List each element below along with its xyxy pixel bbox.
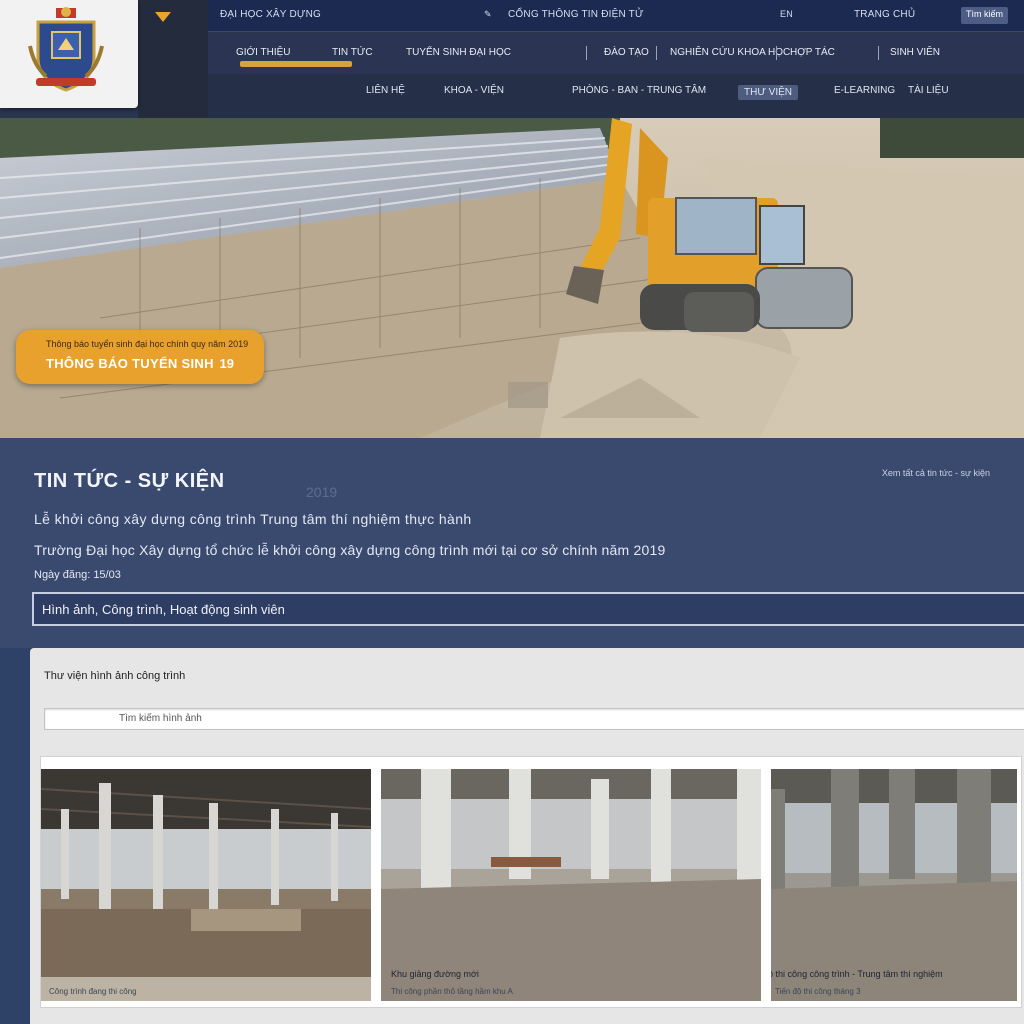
photo-gallery: Công trình đang thi công Khu giảng đường… — [40, 756, 1022, 1008]
active-nav-underline — [240, 61, 352, 67]
nav-item-students[interactable]: SINH VIÊN — [890, 47, 940, 58]
language-link[interactable]: EN — [780, 9, 793, 19]
gallery-photo-2[interactable]: Khu giảng đường mới Thi công phần thô tầ… — [381, 769, 761, 1001]
news-headline[interactable]: Lễ khởi công xây dựng công trình Trung t… — [34, 511, 472, 527]
nav-divider — [656, 46, 657, 60]
gallery-photo-3[interactable]: Hình ảnh tiến độ thi công công trình - T… — [771, 769, 1017, 1001]
nav-item-research[interactable]: NGHIÊN CỨU KHOA HỌC — [670, 47, 790, 58]
gallery-photo-1[interactable]: Công trình đang thi công — [41, 769, 371, 1001]
photo-2-title: Khu giảng đường mới — [391, 969, 479, 979]
badge-title: THÔNG BÁO TUYỂN SINH — [46, 356, 214, 371]
dropdown-triangle-icon[interactable] — [155, 12, 171, 22]
photo-3-title: Hình ảnh tiến độ thi công công trình - T… — [771, 969, 943, 979]
university-crest-logo — [28, 7, 104, 92]
site-header: ĐẠI HỌC XÂY DỰNG ✎ CỔNG THÔNG TIN ĐIỆN T… — [0, 0, 1024, 118]
admission-notice-badge[interactable]: Thông báo tuyển sinh đại học chính quy n… — [16, 330, 264, 384]
badge-subtitle: Thông báo tuyển sinh đại học chính quy n… — [46, 339, 249, 349]
nav2-item-faculties[interactable]: KHOA - VIỆN — [444, 85, 504, 96]
nav-item-admissions[interactable]: TUYỂN SINH ĐẠI HỌC — [406, 47, 511, 58]
photo-2-caption: Thi công phần thô tầng hầm khu A — [391, 987, 513, 996]
section-title: TIN TỨC - SỰ KIỆN — [34, 470, 225, 492]
nav-item-training[interactable]: ĐÀO TẠO — [604, 47, 649, 58]
nav-divider — [776, 46, 777, 60]
nav2-item-library[interactable]: THƯ VIỆN — [738, 85, 798, 100]
news-section: TIN TỨC - SỰ KIỆN 2019 Xem tất cả tin tứ… — [0, 438, 1024, 648]
search-button[interactable]: Tìm kiếm — [961, 7, 1008, 24]
nav-item-cooperation[interactable]: HỢP TÁC — [790, 47, 835, 58]
gallery-search-input[interactable]: Tìm kiếm hình ảnh — [44, 708, 1024, 730]
top-bar: ĐẠI HỌC XÂY DỰNG ✎ CỔNG THÔNG TIN ĐIỆN T… — [208, 0, 1024, 32]
nav-item-news[interactable]: TIN TỨC — [332, 47, 373, 58]
pencil-icon[interactable]: ✎ — [484, 9, 492, 20]
category-field[interactable]: Hình ảnh, Công trình, Hoạt động sinh viê… — [32, 592, 1024, 626]
logo-box[interactable] — [0, 0, 138, 108]
primary-nav: GIỚI THIỆU TIN TỨC TUYỂN SINH ĐẠI HỌC ĐÀ… — [208, 34, 1024, 74]
nav-divider — [586, 46, 587, 60]
portal-link[interactable]: CỔNG THÔNG TIN ĐIỆN TỬ — [508, 9, 644, 20]
nav2-item-elearning[interactable]: E-LEARNING — [834, 85, 895, 96]
nav2-item-documents[interactable]: TÀI LIỆU — [908, 85, 949, 96]
site-title[interactable]: ĐẠI HỌC XÂY DỰNG — [220, 9, 321, 20]
nav2-item-contact[interactable]: LIÊN HỆ — [366, 85, 405, 96]
photo-1-caption: Công trình đang thi công — [49, 987, 137, 996]
section-ghost-text: 2019 — [306, 484, 338, 500]
category-field-value: Hình ảnh, Công trình, Hoạt động sinh viê… — [42, 602, 285, 617]
gallery-title: Thư viện hình ảnh công trình — [44, 670, 186, 682]
gallery-panel: Thư viện hình ảnh công trình Tìm kiếm hì… — [30, 648, 1024, 1024]
news-summary: Trường Đại học Xây dựng tổ chức lễ khởi … — [34, 542, 666, 558]
home-link[interactable]: TRANG CHỦ — [854, 9, 915, 20]
secondary-nav: LIÊN HỆ KHOA - VIỆN PHÒNG - BAN - TRUNG … — [208, 74, 1024, 118]
gallery-search-value: Tìm kiếm hình ảnh — [119, 713, 202, 724]
news-date: Ngày đăng: 15/03 — [34, 569, 121, 581]
hero-banner: Thông báo tuyển sinh đại học chính quy n… — [0, 118, 1024, 438]
nav2-item-departments[interactable]: PHÒNG - BAN - TRUNG TÂM — [572, 85, 706, 96]
nav-divider — [878, 46, 879, 60]
photo-3-caption: Tiến độ thi công tháng 3 — [775, 987, 861, 996]
view-all-link[interactable]: Xem tất cả tin tức - sự kiện — [882, 468, 990, 478]
construction-site-photo — [0, 118, 1024, 438]
nav-item-about[interactable]: GIỚI THIỆU — [236, 47, 291, 58]
header-side-strip — [138, 0, 208, 118]
badge-number: 19 — [219, 356, 234, 371]
